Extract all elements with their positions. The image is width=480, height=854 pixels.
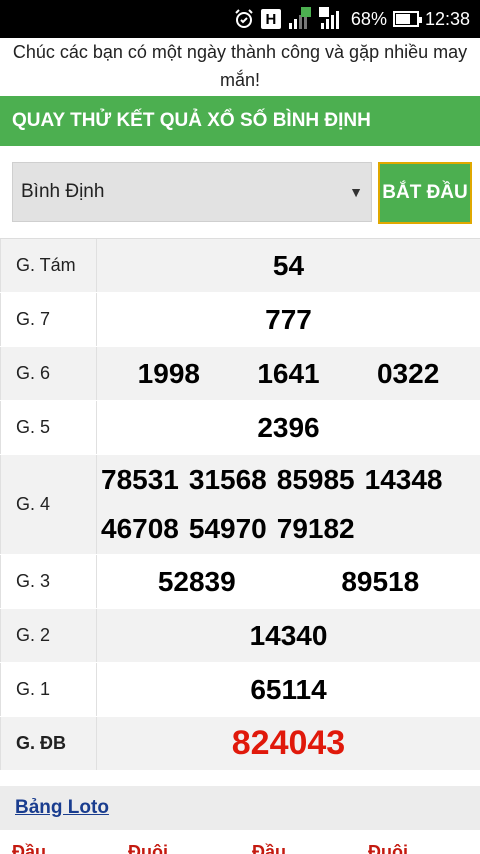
prize-row-5: G. 5 2396 — [0, 401, 480, 455]
loto-col-head: Đầu — [12, 842, 47, 854]
prize-number: 89518 — [341, 565, 420, 597]
prize-label: G. 5 — [0, 401, 97, 454]
prize-numbers: 777 — [97, 293, 480, 346]
prize-numbers: 2396 — [97, 401, 480, 454]
loto-table-link[interactable]: Bảng Loto — [15, 797, 109, 819]
prize-label: G. ĐB — [0, 717, 97, 770]
prize-number: 54970 — [188, 513, 267, 545]
loto-col-tail: Đuôi — [368, 842, 408, 854]
prize-number: 46708 — [101, 513, 179, 545]
loto-col-tail: Đuôi — [128, 842, 168, 854]
prize-number: 78531 — [101, 463, 179, 495]
prize-label: G. 1 — [0, 663, 97, 716]
prize-row-2: G. 2 14340 — [0, 609, 480, 663]
start-button[interactable]: BẮT ĐẦU — [378, 162, 472, 224]
prize-numbers: 14340 — [97, 609, 480, 662]
prize-number: 79182 — [276, 513, 355, 545]
prize-numbers: 65114 — [97, 663, 480, 716]
page-title: QUAY THỬ KẾT QUẢ XỔ SỐ BÌNH ĐỊNH — [0, 96, 480, 146]
results-table: G. Tám 54 G. 7 777 G. 6 1998 1641 0322 G… — [0, 238, 480, 771]
loto-col-head: Đầu — [252, 842, 287, 854]
battery-percent: 68% — [350, 8, 387, 29]
prize-row-6: G. 6 1998 1641 0322 — [0, 347, 480, 401]
prize-number: 777 — [265, 303, 312, 335]
prize-number: 1998 — [137, 357, 200, 389]
loto-section-header: Bảng Loto — [0, 786, 480, 830]
prize-label: G. 3 — [0, 555, 97, 608]
prize-numbers: 52839 89518 — [97, 555, 480, 608]
prize-number: 0322 — [376, 357, 440, 389]
prize-numbers: 824043 — [97, 717, 480, 770]
special-prize-number: 824043 — [231, 724, 346, 762]
prize-numbers: 78531 31568 85985 14348 46708 54970 7918… — [97, 455, 480, 554]
signal-sim1-icon — [287, 7, 313, 31]
prize-number: 54 — [272, 249, 305, 281]
signal-sim2-icon — [318, 7, 345, 31]
prize-number: 14348 — [364, 463, 443, 495]
prize-number: 65114 — [250, 673, 327, 705]
prize-label: G. 2 — [0, 609, 97, 662]
greeting-text: Chúc các bạn có một ngày thành công và g… — [12, 42, 468, 90]
prize-row-1: G. 1 65114 — [0, 663, 480, 717]
prize-label: G. Tám — [0, 239, 97, 292]
prize-label: G. 7 — [0, 293, 97, 346]
prize-number: 14340 — [249, 619, 328, 651]
prize-row-4: G. 4 78531 31568 85985 14348 46708 54970… — [0, 455, 480, 555]
prize-row-7: G. 7 777 — [0, 293, 480, 347]
prize-numbers: 54 — [97, 239, 480, 292]
prize-number: 52839 — [157, 565, 236, 597]
prize-row-8: G. Tám 54 — [0, 239, 480, 293]
alarm-icon — [233, 7, 255, 31]
status-bar: H 68% 12:38 — [0, 0, 480, 38]
dropdown-arrow-icon: ▼ — [349, 184, 363, 200]
prize-label: G. 4 — [0, 455, 97, 554]
prize-row-special: G. ĐB 824043 — [0, 717, 480, 771]
prize-number: 31568 — [188, 463, 267, 495]
loto-table-header: Đầu Đuôi Đầu Đuôi — [0, 836, 480, 854]
battery-icon — [392, 11, 422, 27]
prize-number: 1641 — [257, 357, 320, 389]
clock: 12:38 — [424, 8, 470, 29]
network-type-icon: H — [260, 9, 281, 29]
prize-label: G. 6 — [0, 347, 97, 400]
province-selector-row: Bình Định ▼ BẮT ĐẦU — [12, 162, 472, 224]
prize-row-3: G. 3 52839 89518 — [0, 555, 480, 609]
prize-numbers: 1998 1641 0322 — [97, 347, 480, 400]
province-select-value: Bình Định — [21, 181, 105, 202]
prize-number: 85985 — [276, 463, 355, 495]
province-select[interactable]: Bình Định ▼ — [12, 162, 372, 222]
prize-number: 2396 — [257, 411, 320, 443]
